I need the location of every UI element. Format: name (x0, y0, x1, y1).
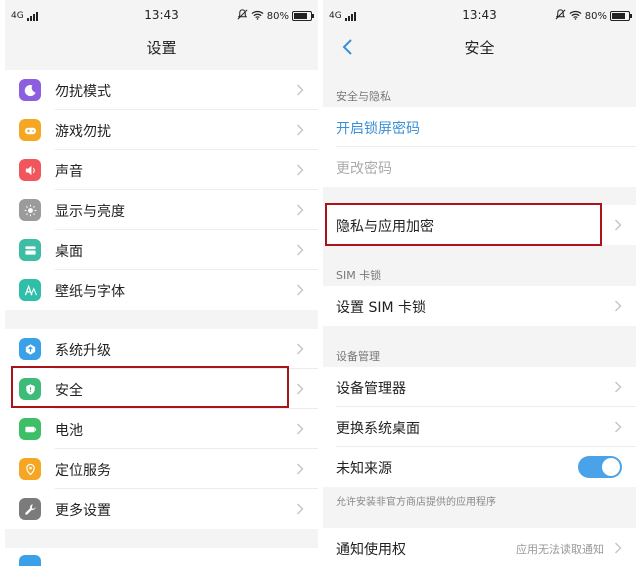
settings-item-label: 系统升级 (55, 343, 111, 359)
settings-item-label: 更多设置 (55, 503, 111, 519)
battery-status-icon (610, 11, 632, 21)
status-bar: 4G 13:43 80% (5, 0, 318, 32)
battery-status-icon (292, 11, 314, 21)
speaker-icon (19, 159, 41, 181)
settings-screen: 4G 13:43 80% 设置 勿扰模式 游戏勿扰 声音 显示与亮度 桌面 壁纸… (5, 0, 318, 566)
settings-item-label: 电池 (55, 423, 83, 439)
section-header-sim: SIM 卡锁 (336, 269, 382, 282)
notification-access-value: 应用无法读取通知 (516, 543, 604, 556)
settings-item-label: 壁纸与字体 (55, 284, 125, 300)
notification-access-item[interactable]: 通知使用权 应用无法读取通知 (323, 528, 636, 566)
settings-item-wallpaper-font[interactable]: 壁纸与字体 (5, 270, 318, 310)
settings-item-next-partial[interactable] (5, 548, 318, 566)
settings-item-label: 游戏勿扰 (55, 124, 111, 140)
settings-item-label: 勿扰模式 (55, 84, 111, 100)
settings-item-location[interactable]: 定位服务 (5, 449, 318, 489)
unknown-sources-toggle[interactable] (578, 456, 622, 478)
settings-item-label: 安全 (55, 383, 83, 399)
item-label: 通知使用权 (336, 542, 406, 558)
page-title: 设置 (146, 39, 177, 57)
status-bar: 4G 13:43 80% (323, 0, 636, 32)
brightness-icon (19, 199, 41, 221)
desktop-icon (19, 239, 41, 261)
chevron-right-icon (297, 204, 304, 216)
section-header-privacy: 安全与隐私 (336, 90, 391, 103)
chevron-right-icon (615, 300, 622, 312)
settings-item-label: 声音 (55, 164, 83, 180)
settings-item-label: 桌面 (55, 244, 83, 260)
battery-percent: 80% (266, 10, 289, 22)
settings-item-battery[interactable]: 电池 (5, 409, 318, 449)
chevron-right-icon (297, 124, 304, 136)
battery-percent: 80% (584, 10, 607, 22)
upgrade-icon (19, 338, 41, 360)
mute-icon (237, 9, 248, 23)
battery-icon (19, 418, 41, 440)
chevron-right-icon (297, 383, 304, 395)
shield-icon (19, 378, 41, 400)
chevron-right-icon (297, 84, 304, 96)
settings-item-do-not-disturb[interactable]: 勿扰模式 (5, 70, 318, 110)
unknown-sources-item: 未知来源 (323, 447, 636, 487)
settings-item-display[interactable]: 显示与亮度 (5, 190, 318, 230)
chevron-right-icon (297, 244, 304, 256)
unknown-sources-note: 允许安装非官方商店提供的应用程序 (336, 497, 496, 508)
security-screen: 4G 13:43 80% 安全 安全与隐私 开启锁屏密码 更改密码 隐私与应用加… (323, 0, 636, 566)
mute-icon (555, 9, 566, 23)
wrench-icon (19, 498, 41, 520)
item-label: 设置 SIM 卡锁 (336, 300, 426, 316)
settings-item-system-update[interactable]: 系统升级 (5, 329, 318, 369)
item-label: 开启锁屏密码 (336, 121, 420, 137)
item-label: 设备管理器 (336, 381, 406, 397)
settings-item-sound[interactable]: 声音 (5, 150, 318, 190)
settings-item-label: 显示与亮度 (55, 204, 125, 220)
gamepad-icon (19, 119, 41, 141)
privacy-app-encryption-item[interactable]: 隐私与应用加密 (323, 205, 636, 245)
settings-item-more[interactable]: 更多设置 (5, 489, 318, 529)
chevron-right-icon (615, 219, 622, 231)
item-label: 未知来源 (336, 461, 392, 477)
chevron-right-icon (297, 503, 304, 515)
settings-item-security[interactable]: 安全 (5, 369, 318, 409)
change-password-item: 更改密码 (323, 147, 636, 187)
chevron-right-icon (615, 542, 622, 554)
chevron-right-icon (297, 284, 304, 296)
lock-screen-password-item[interactable]: 开启锁屏密码 (323, 107, 636, 147)
item-label: 更换系统桌面 (336, 421, 420, 437)
location-icon (19, 458, 41, 480)
chevron-right-icon (297, 423, 304, 435)
settings-item-label: 定位服务 (55, 463, 111, 479)
item-label: 隐私与应用加密 (336, 219, 434, 235)
settings-item-desktop[interactable]: 桌面 (5, 230, 318, 270)
chevron-right-icon (297, 164, 304, 176)
change-launcher-item[interactable]: 更换系统桌面 (323, 407, 636, 447)
settings-item-game-mode[interactable]: 游戏勿扰 (5, 110, 318, 150)
sim-lock-item[interactable]: 设置 SIM 卡锁 (323, 286, 636, 326)
app-icon (19, 555, 41, 566)
section-header-device: 设备管理 (336, 350, 380, 363)
font-icon (19, 279, 41, 301)
device-admin-item[interactable]: 设备管理器 (323, 367, 636, 407)
wifi-icon (251, 10, 264, 23)
chevron-right-icon (297, 463, 304, 475)
moon-icon (19, 79, 41, 101)
page-title: 安全 (464, 39, 495, 57)
item-label: 更改密码 (336, 161, 392, 177)
chevron-right-icon (615, 421, 622, 433)
wifi-icon (569, 10, 582, 23)
chevron-right-icon (615, 381, 622, 393)
chevron-right-icon (297, 343, 304, 355)
